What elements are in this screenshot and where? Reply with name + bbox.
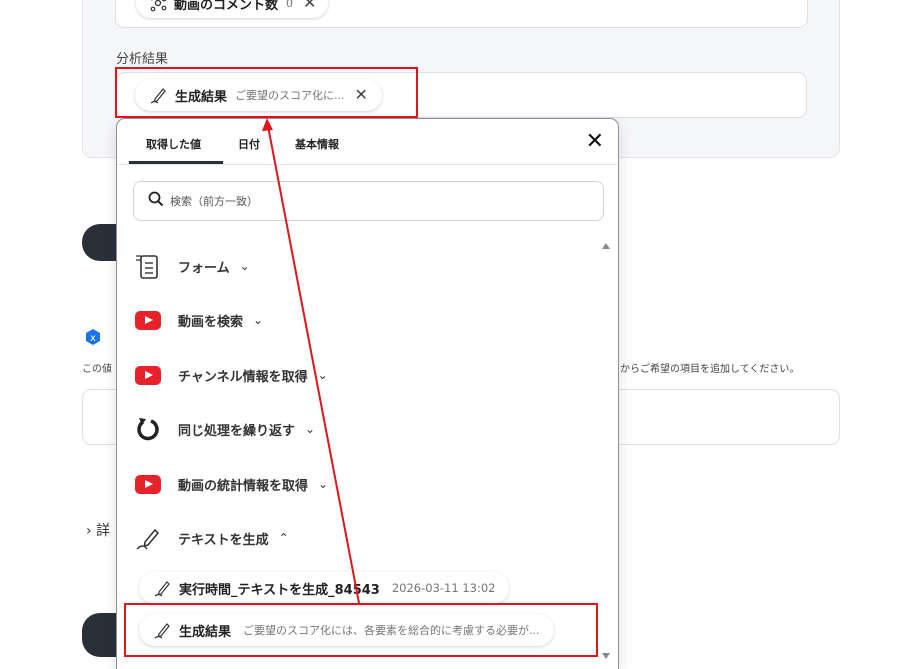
tab-acquired-values[interactable]: 取得した値 <box>146 136 201 152</box>
list-item-label: フォーム <box>178 260 230 276</box>
details-label: 詳 <box>96 523 111 539</box>
tab-date[interactable]: 日付 <box>238 136 260 152</box>
chevron-down-icon: ⌄ <box>318 477 329 491</box>
list-item-channel-info[interactable]: チャンネル情報を取得 ⌄ <box>134 361 328 389</box>
list-item-form[interactable]: フォーム ⌄ <box>134 252 250 280</box>
annotation-box-target <box>115 67 418 118</box>
nodes-icon <box>148 0 168 13</box>
remove-chip-icon[interactable]: ✕ <box>303 0 316 11</box>
form-icon <box>134 252 162 280</box>
scroll-down-icon[interactable] <box>602 653 610 659</box>
tab-basic-info[interactable]: 基本情報 <box>295 136 339 152</box>
list-item-loop[interactable]: 同じ処理を繰り返す ⌄ <box>134 415 315 443</box>
notice-text-head: この値 <box>82 364 112 375</box>
chevron-down-icon: ⌄ <box>317 368 328 382</box>
sub-item-value: 2026-03-11 13:02 <box>391 581 496 595</box>
svg-text:x: x <box>90 333 96 344</box>
list-item-video-stats[interactable]: 動画の統計情報を取得 ⌄ <box>134 470 328 498</box>
chevron-down-icon: ⌄ <box>305 422 316 436</box>
pen-icon <box>153 578 173 598</box>
details-toggle[interactable]: › 詳 <box>86 520 110 540</box>
comment-count-chip-label: 動画のコメント数 <box>174 0 279 13</box>
list-item-search-videos[interactable]: 動画を検索 ⌄ <box>134 306 263 334</box>
info-icon: x <box>84 328 102 346</box>
loop-icon <box>134 415 162 443</box>
search-input[interactable]: 検索（前方一致） <box>133 181 604 221</box>
annotation-box-source <box>124 603 598 657</box>
search-icon <box>148 191 164 211</box>
close-icon[interactable]: ✕ <box>586 131 604 153</box>
list-item-text-generate[interactable]: テキストを生成 ⌃ <box>134 524 289 552</box>
scroll-up-icon[interactable] <box>602 243 610 249</box>
text-generate-icon <box>134 524 162 552</box>
chevron-up-icon: ⌃ <box>278 531 289 545</box>
list-item-label: テキストを生成 <box>178 532 269 548</box>
search-placeholder: 検索（前方一致） <box>170 195 258 208</box>
youtube-icon <box>134 470 162 498</box>
chevron-down-icon: ⌄ <box>253 313 264 327</box>
sub-item-exec-time[interactable]: 実行時間_テキストを生成_84543 2026-03-11 13:02 <box>139 572 510 604</box>
comment-count-chip[interactable]: 動画のコメント数 0 ✕ <box>136 0 329 18</box>
chevron-right-icon: › <box>86 523 92 539</box>
active-tab-indicator <box>129 161 223 164</box>
chevron-down-icon: ⌄ <box>239 259 250 273</box>
list-item-label: 同じ処理を繰り返す <box>178 423 296 439</box>
page: 動画のコメント数 0 ✕ 分析結果 生成結果 ご要望のスコア化に... ✕ x … <box>0 0 898 669</box>
youtube-icon <box>134 361 162 389</box>
popup-tabs: 取得した値 日付 基本情報 ✕ <box>117 119 618 165</box>
notice-text-tail: からご希望の項目を追加してください。 <box>620 364 800 375</box>
list-item-label: チャンネル情報を取得 <box>178 369 308 385</box>
comment-count-chip-value: 0 <box>286 0 294 10</box>
list-item-label: 動画を検索 <box>178 314 244 330</box>
sub-item-label: 実行時間_テキストを生成_84543 <box>179 582 380 598</box>
list-item-label: 動画の統計情報を取得 <box>178 478 309 494</box>
youtube-icon <box>134 306 162 334</box>
analysis-label: 分析結果 <box>116 52 169 67</box>
